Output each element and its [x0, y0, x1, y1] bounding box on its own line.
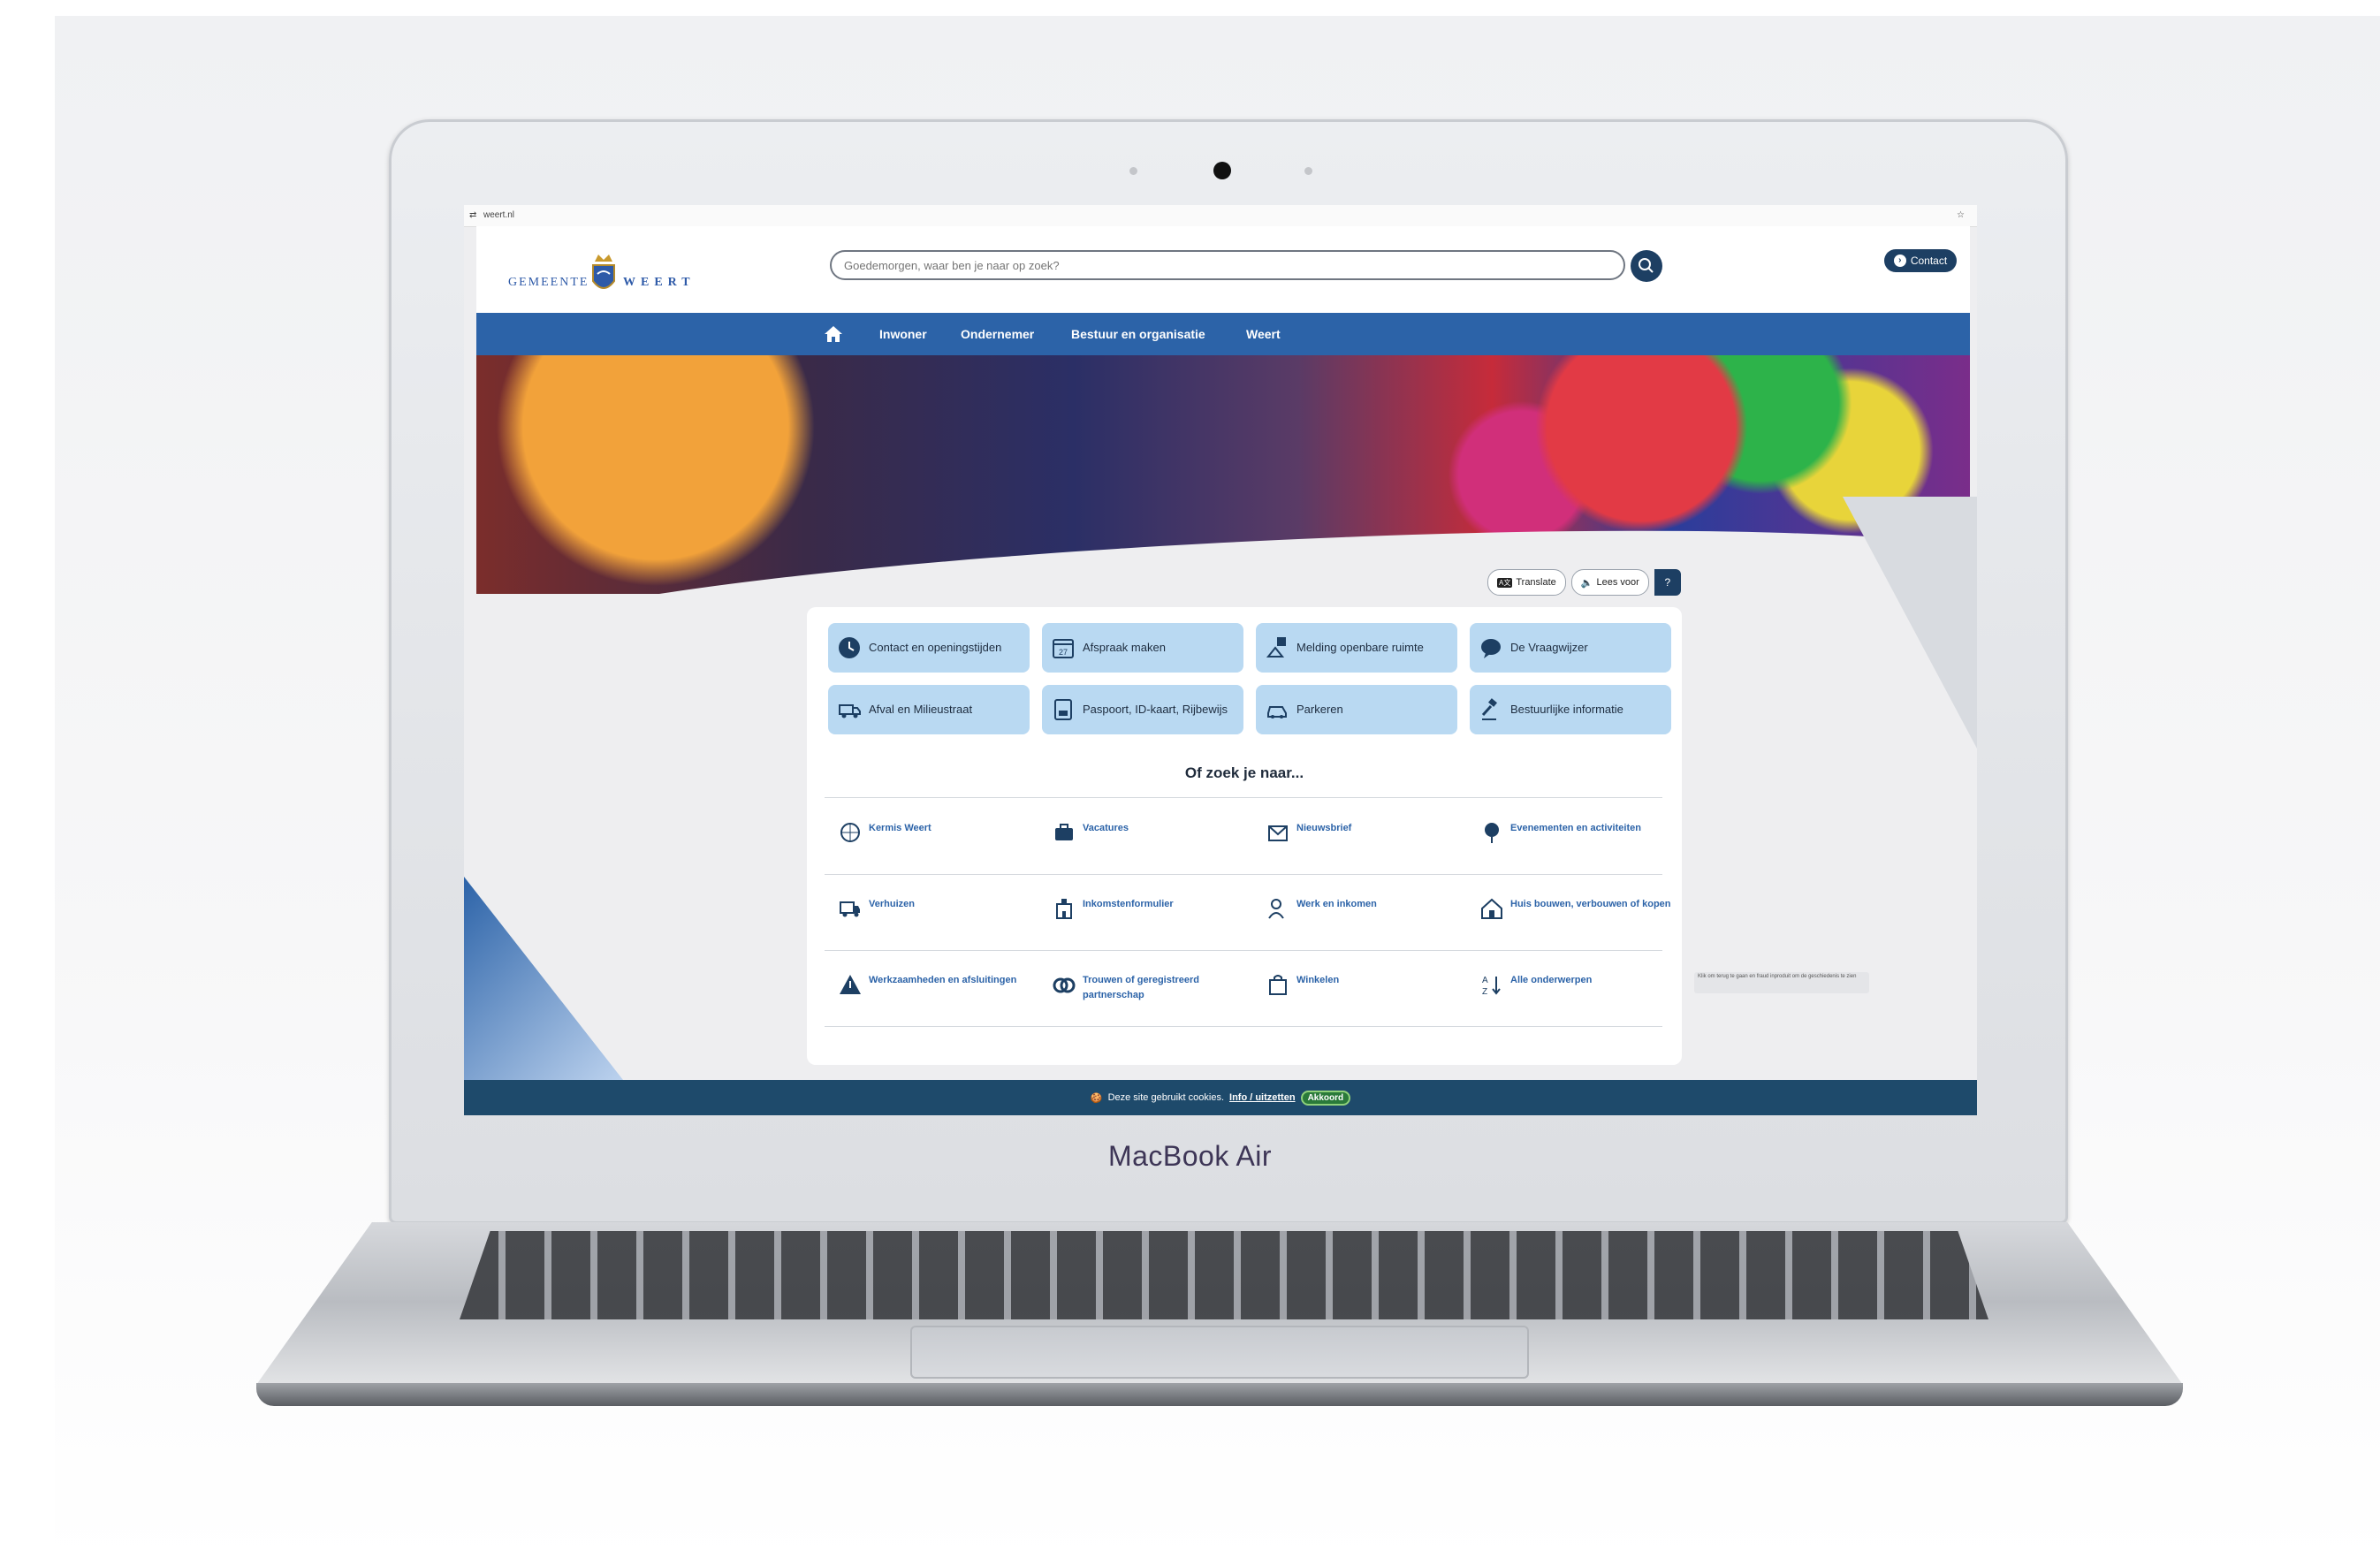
nav-item-inwoner[interactable]: Inwoner [879, 327, 927, 341]
link-werkzaamheden[interactable]: Werkzaamheden en afsluitingen [839, 973, 1033, 1017]
nav-item-weert[interactable]: Weert [1246, 327, 1281, 341]
building-icon [1056, 899, 1072, 919]
search-icon [1639, 258, 1654, 273]
content-panel: Contact en openingstijden 27 Afspraak ma… [807, 607, 1682, 1065]
quick-link-afspraak[interactable]: 27 Afspraak maken [1042, 623, 1243, 673]
contact-button[interactable]: › Contact [1884, 249, 1957, 272]
link-werk-inkomen[interactable]: Werk en inkomen [1266, 897, 1461, 941]
sort-az-icon: AZ [1482, 976, 1501, 996]
accessibility-tools: A文 Translate 🔈 Lees voor ? [1487, 569, 1681, 596]
house-icon [1481, 898, 1502, 919]
search-box [830, 250, 1625, 280]
divider [825, 874, 1662, 875]
link-kermis[interactable]: Kermis Weert [839, 821, 1033, 865]
translate-label: Translate [1516, 577, 1556, 588]
divider [825, 1026, 1662, 1027]
translate-button[interactable]: A文 Translate [1487, 569, 1566, 596]
truck-icon [839, 704, 861, 718]
star-icon[interactable]: ☆ [1957, 210, 1965, 220]
logo[interactable]: GEMEENTE WEERT [508, 251, 711, 300]
contact-label: Contact [1910, 255, 1948, 267]
logo-text-right: WEERT [623, 276, 696, 289]
camera-icon [1213, 162, 1231, 179]
calendar-icon: 27 [1053, 639, 1074, 658]
link-huis-bouwen[interactable]: Huis bouwen, verbouwen of kopen [1480, 897, 1675, 941]
moving-truck-icon [840, 901, 860, 917]
search-button[interactable] [1631, 250, 1662, 282]
svg-text:Z: Z [1482, 987, 1487, 996]
cookie-text: Deze site gebruikt cookies. [1107, 1092, 1225, 1103]
briefcase-icon [1055, 824, 1073, 840]
warning-icon [840, 975, 861, 994]
keyboard [460, 1231, 1988, 1319]
or-search-heading: Of zoek je naar... [1184, 764, 1304, 781]
person-icon [1268, 899, 1284, 919]
read-aloud-button[interactable]: 🔈 Lees voor [1570, 569, 1649, 596]
quick-link-afval[interactable]: Afval en Milieustraat [828, 685, 1030, 734]
shopping-bag-icon [1269, 975, 1287, 995]
link-evenementen[interactable]: Evenementen en activiteiten [1480, 821, 1675, 865]
browser-screen: ⇄ weert.nl ☆ GEMEENTE WEERT › Contact [464, 205, 1977, 1115]
link-trouwen[interactable]: Trouwen of geregistreerd partnerschap [1053, 973, 1247, 1017]
link-winkelen[interactable]: Winkelen [1266, 973, 1461, 1017]
help-button[interactable]: ? [1654, 569, 1681, 596]
site-header: GEMEENTE WEERT › Contact [476, 226, 1970, 313]
cookie-icon: 🍪 [1090, 1092, 1103, 1104]
balloon-icon [1485, 823, 1499, 843]
link-nieuwsbrief[interactable]: Nieuwsbrief [1266, 821, 1461, 865]
rings-icon [1053, 977, 1076, 993]
link-inkomstenformulier[interactable]: Inkomstenformulier [1053, 897, 1247, 941]
crest-icon [592, 255, 615, 289]
hero-banner [476, 355, 1970, 594]
quick-link-melding[interactable]: Melding openbare ruimte [1256, 623, 1457, 673]
site-settings-icon[interactable]: ⇄ [469, 210, 476, 220]
quick-link-vraagwijzer[interactable]: De Vraagwijzer [1470, 623, 1671, 673]
quick-link-parkeren[interactable]: Parkeren [1256, 685, 1457, 734]
fair-icon [840, 823, 860, 842]
cookie-info-link[interactable]: Info / uitzetten [1229, 1092, 1296, 1103]
link-vacatures[interactable]: Vacatures [1053, 821, 1247, 865]
mail-icon [1268, 825, 1288, 841]
chat-icon [1481, 639, 1501, 658]
svg-text:A: A [1482, 976, 1488, 985]
search-input[interactable] [842, 252, 1606, 278]
device-label: MacBook Air [1107, 1140, 1273, 1172]
decor-shape-left [464, 877, 623, 1080]
link-verhuizen[interactable]: Verhuizen [839, 897, 1033, 941]
speaker-icon: 🔈 [1580, 577, 1593, 589]
main-nav: Inwoner Ondernemer Bestuur en organisati… [476, 313, 1970, 355]
nav-item-ondernemer[interactable]: Ondernemer [961, 327, 1034, 341]
report-icon [1266, 637, 1286, 658]
divider [825, 797, 1662, 798]
passport-icon [1054, 699, 1072, 720]
nav-item-bestuur[interactable]: Bestuur en organisatie [1071, 327, 1205, 341]
trackpad [910, 1326, 1529, 1379]
clock-icon [839, 637, 860, 658]
logo-text-left: GEMEENTE [508, 276, 589, 289]
sensor-icon [1129, 167, 1137, 175]
sensor-icon [1304, 167, 1312, 175]
gavel-icon [1481, 698, 1497, 720]
quick-link-bestuurlijk[interactable]: Bestuurlijke informatie [1470, 685, 1671, 734]
home-icon[interactable] [823, 324, 844, 344]
quick-link-paspoort[interactable]: Paspoort, ID-kaart, Rijbewijs [1042, 685, 1243, 734]
svg-text:27: 27 [1059, 648, 1068, 657]
quick-link-contact[interactable]: Contact en openingstijden [828, 623, 1030, 673]
tooltip: Klik om terug te gaan en fraud inproduit… [1694, 972, 1869, 993]
car-icon [1267, 706, 1287, 718]
link-alle-onderwerpen[interactable]: AZ Alle onderwerpen [1480, 973, 1675, 1017]
info-icon: › [1893, 255, 1906, 267]
cookie-accept-button[interactable]: Akkoord [1300, 1090, 1351, 1106]
address-bar[interactable]: ⇄ weert.nl ☆ [464, 205, 1977, 227]
divider [825, 950, 1662, 951]
read-aloud-label: Lees voor [1596, 577, 1639, 588]
cookie-bar: 🍪 Deze site gebruikt cookies. Info / uit… [464, 1080, 1977, 1115]
translate-icon: A文 [1497, 577, 1513, 588]
url-text[interactable]: weert.nl [483, 210, 514, 220]
laptop-base-edge [256, 1383, 2183, 1406]
